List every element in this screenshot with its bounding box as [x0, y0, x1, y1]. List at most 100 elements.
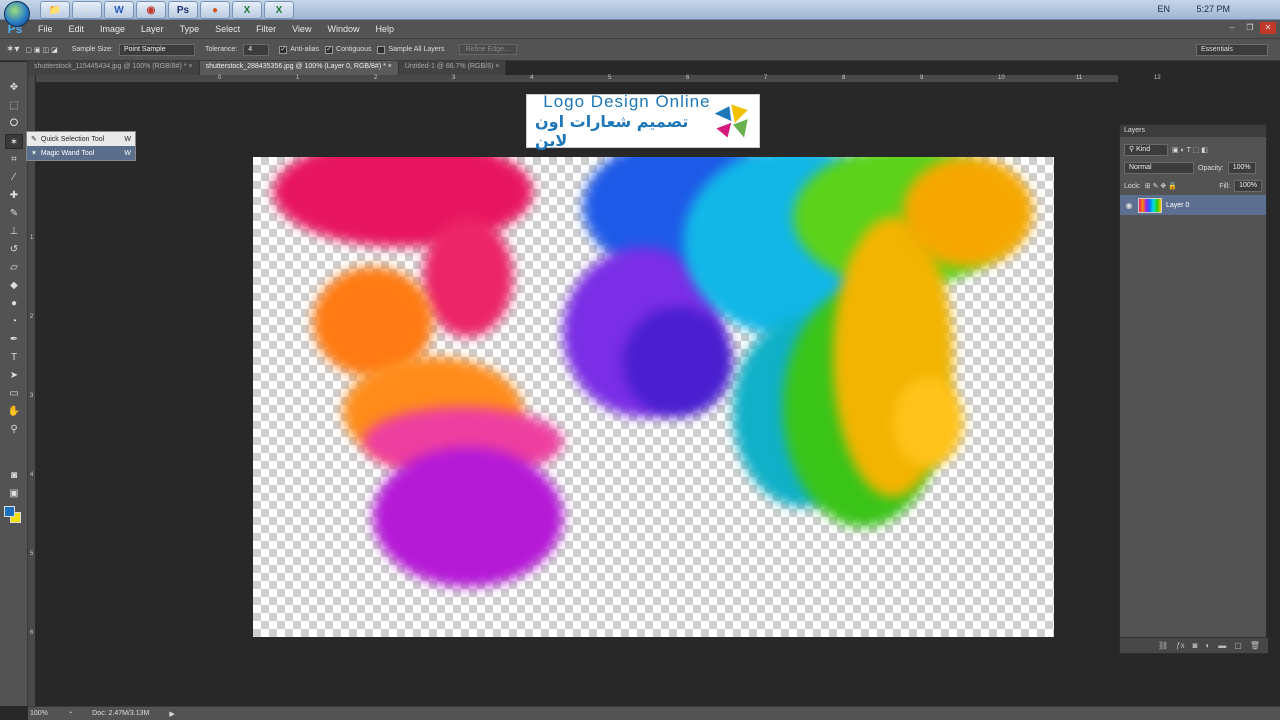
tab-doc-3[interactable]: Untitled-1 @ 66.7% (RGB/8) × [398, 61, 507, 75]
kind-filter-dropdown[interactable]: ⚲ Kind [1124, 144, 1168, 156]
screen-mode-icon[interactable]: ▣ [5, 486, 23, 501]
taskbar-photoshop-icon[interactable]: Ps [168, 1, 198, 19]
menu-file[interactable]: File [30, 24, 61, 34]
clone-stamp-icon[interactable]: ⊥ [5, 224, 23, 239]
taskbar-explorer-icon[interactable]: 📁 [40, 1, 70, 19]
adjustment-layer-icon[interactable]: ◐ [1205, 641, 1210, 650]
paint-bucket-icon[interactable]: ◆ [5, 278, 23, 293]
add-mask-icon[interactable]: ◙ [1193, 641, 1198, 650]
menu-edit[interactable]: Edit [61, 24, 93, 34]
rectangle-tool-icon[interactable]: ▭ [5, 386, 23, 401]
move-tool-icon[interactable]: ✥ [5, 80, 23, 95]
close-icon[interactable]: ✕ [1260, 22, 1276, 34]
sample-all-layers-checkbox[interactable]: Sample All Layers [377, 45, 445, 54]
language-indicator[interactable]: EN [1157, 4, 1170, 14]
opacity-input[interactable]: 100% [1227, 162, 1256, 174]
lock-icons[interactable]: ⊞ ✎ ✥ 🔒 [1145, 182, 1177, 190]
menu-window[interactable]: Window [319, 24, 367, 34]
ruler-tick-label: 11 [1076, 75, 1083, 81]
restore-icon[interactable]: ❐ [1242, 22, 1258, 34]
vertical-ruler: 1 2 3 4 5 6 [28, 75, 36, 706]
contiguous-checkbox[interactable]: ✓ Contiguous [325, 45, 372, 54]
layer-name[interactable]: Layer 0 [1166, 202, 1189, 209]
eraser-tool-icon[interactable]: ▱ [5, 260, 23, 275]
marquee-tool-icon[interactable]: ⬚ [5, 98, 23, 113]
ruler-tick-label: 12 [1154, 75, 1161, 81]
checkmark-icon: ✓ [325, 45, 334, 54]
document-tabs: shutterstock_115445434.jpg @ 100% (RGB/8… [28, 61, 507, 75]
layers-panel-title[interactable]: Layers [1120, 125, 1266, 137]
lasso-tool-icon[interactable]: ⵔ [5, 116, 23, 131]
tab-label: shutterstock_288435356.jpg @ 100% (Layer… [205, 63, 386, 70]
history-brush-icon[interactable]: ↺ [5, 242, 23, 257]
quick-selection-tool-item[interactable]: ✎ Quick Selection Tool W [27, 132, 135, 146]
eyedropper-tool-icon[interactable]: ⁄ [5, 170, 23, 185]
checkbox-empty-icon [377, 45, 386, 54]
tab-close-icon[interactable]: × [388, 63, 392, 70]
menu-image[interactable]: Image [92, 24, 133, 34]
delete-layer-icon[interactable]: 🗑 [1250, 641, 1260, 650]
filter-icons[interactable]: ▣ ◐ T ⬚ ◧ [1172, 146, 1208, 154]
magic-wand-tool-item[interactable]: ✶ Magic Wand Tool W [27, 146, 135, 160]
path-selection-icon[interactable]: ➤ [5, 368, 23, 383]
type-tool-icon[interactable]: T [5, 350, 23, 365]
taskbar-ie-icon[interactable]: ◐ [72, 1, 102, 19]
menu-layer[interactable]: Layer [133, 24, 172, 34]
layer-row[interactable]: ◉ Layer 0 [1120, 195, 1266, 215]
foreground-color-swatch[interactable] [4, 506, 15, 517]
tools-panel: ✥ ⬚ ⵔ ✶ ⌗ ⁄ ✚ ✎ ⊥ ↺ ▱ ◆ ● ◔ ✒ T ➤ ▭ ✋ ⚲ … [0, 62, 28, 706]
contiguous-label: Contiguous [336, 46, 372, 53]
healing-brush-icon[interactable]: ✚ [5, 188, 23, 203]
workspace-dropdown[interactable]: Essentials [1196, 44, 1268, 56]
hand-tool-icon[interactable]: ✋ [5, 404, 23, 419]
refine-edge-button[interactable]: Refine Edge... [458, 44, 517, 55]
pen-tool-icon[interactable]: ✒ [5, 332, 23, 347]
taskbar-chrome-icon[interactable]: ◉ [136, 1, 166, 19]
quick-mask-icon[interactable]: ◙ [5, 468, 23, 483]
taskbar-firefox-icon[interactable]: ● [200, 1, 230, 19]
magic-wand-tool-icon[interactable]: ✶ [5, 134, 23, 149]
document-canvas[interactable] [253, 157, 1054, 637]
anti-alias-checkbox[interactable]: ✓ Anti-alias [279, 45, 319, 54]
menu-filter[interactable]: Filter [248, 24, 284, 34]
status-bar: 100% ◔ Doc: 2.47M/3.13M ▶ [28, 706, 1280, 720]
taskbar-word-icon[interactable]: W [104, 1, 134, 19]
blend-mode-dropdown[interactable]: Normal [1124, 162, 1194, 174]
fill-input[interactable]: 100% [1234, 180, 1262, 192]
tab-doc-1[interactable]: shutterstock_115445434.jpg @ 100% (RGB/8… [28, 61, 200, 75]
menu-select[interactable]: Select [207, 24, 248, 34]
windows-start-button[interactable] [4, 1, 30, 27]
magic-wand-label: Magic Wand Tool [40, 149, 95, 157]
tab-close-icon[interactable]: × [495, 63, 499, 70]
visibility-eye-icon[interactable]: ◉ [1124, 201, 1134, 210]
tolerance-input[interactable]: 4 [243, 43, 270, 56]
link-layers-icon[interactable]: ⛓ [1158, 641, 1168, 650]
ruler-tick-label: 2 [374, 75, 378, 81]
zoom-level[interactable]: 100% [30, 710, 48, 717]
new-layer-icon[interactable]: ▢ [1234, 641, 1242, 650]
menu-view[interactable]: View [284, 24, 319, 34]
tab-close-icon[interactable]: × [188, 63, 192, 70]
new-group-icon[interactable]: ▬ [1218, 641, 1226, 650]
tab-label: Untitled-1 @ 66.7% (RGB/8) [404, 63, 494, 70]
options-bar: ✶▾ ▢ ▣ ◫ ◪ Sample Size: Point Sample Tol… [0, 38, 1280, 61]
crop-tool-icon[interactable]: ⌗ [5, 152, 23, 167]
blur-tool-icon[interactable]: ● [5, 296, 23, 311]
system-clock[interactable]: 5:27 PM [1196, 4, 1230, 14]
taskbar-excel2-icon[interactable]: X [264, 1, 294, 19]
magic-wand-preset-icon[interactable]: ✶▾ [6, 44, 19, 55]
menu-type[interactable]: Type [172, 24, 208, 34]
minimize-icon[interactable]: – [1224, 22, 1240, 34]
status-menu-arrow-icon[interactable]: ▶ [169, 710, 174, 718]
menu-help[interactable]: Help [367, 24, 402, 34]
taskbar-excel-icon[interactable]: X [232, 1, 262, 19]
selection-mode-icons[interactable]: ▢ ▣ ◫ ◪ [25, 46, 57, 54]
brush-tool-icon[interactable]: ✎ [5, 206, 23, 221]
ruler-tick-label: 2 [30, 314, 34, 320]
status-info-icon[interactable]: ◔ [68, 710, 72, 717]
tab-doc-2[interactable]: shutterstock_288435356.jpg @ 100% (Layer… [199, 61, 399, 75]
dodge-tool-icon[interactable]: ◔ [5, 314, 23, 329]
zoom-tool-icon[interactable]: ⚲ [5, 422, 23, 437]
fx-icon[interactable]: ƒx [1176, 641, 1184, 650]
sample-size-dropdown[interactable]: Point Sample [118, 43, 195, 56]
